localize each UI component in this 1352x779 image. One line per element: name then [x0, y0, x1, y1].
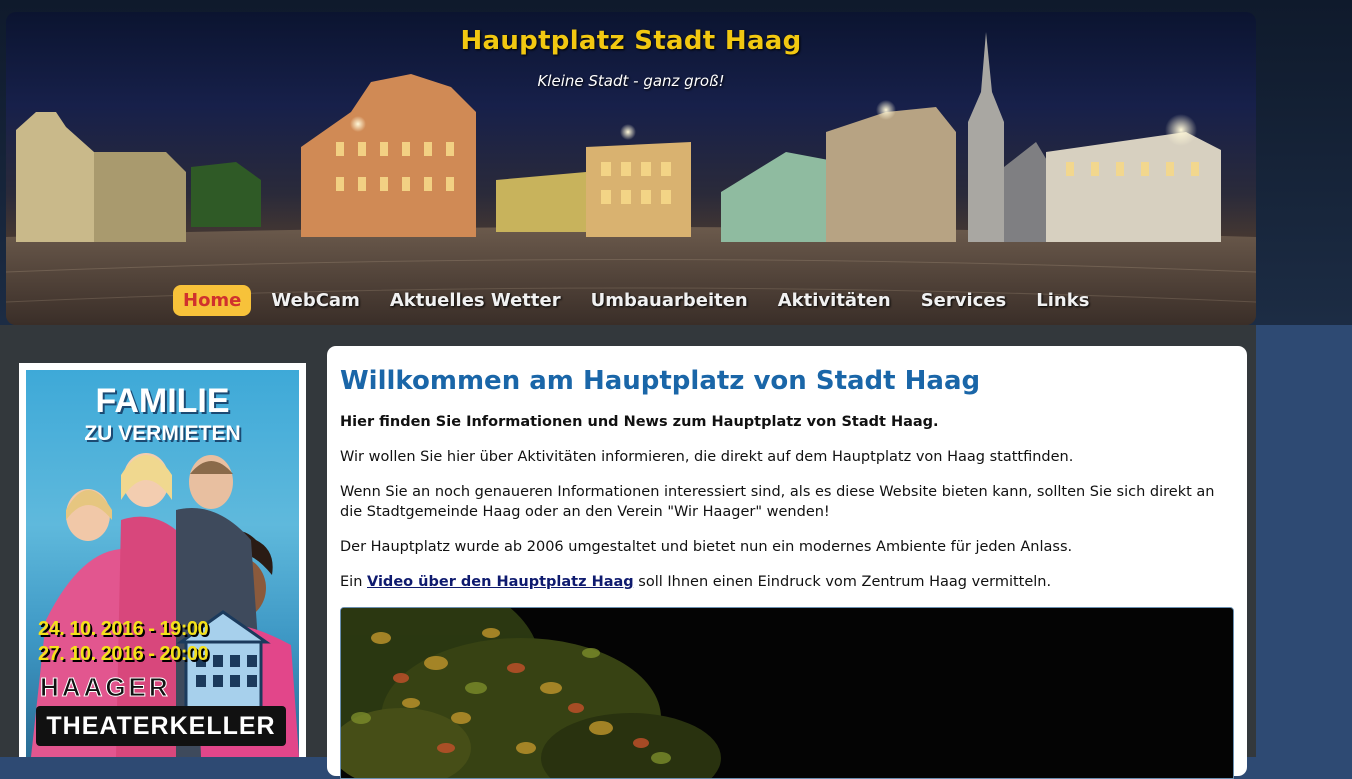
nav-item-umbauarbeiten[interactable]: Umbauarbeiten	[581, 285, 758, 316]
paragraph-activities: Wir wollen Sie hier über Aktivitäten inf…	[340, 449, 1074, 465]
hauptplatz-photo	[340, 607, 1234, 779]
paragraph-history: Der Hauptplatz wurde ab 2006 umgestaltet…	[340, 539, 1073, 555]
page-heading: Willkommen am Hauptplatz von Stadt Haag	[340, 366, 981, 396]
poster-venue-line1: HAAGER	[40, 672, 171, 703]
theater-poster[interactable]: FAMILIE ZU VERMIETEN 24. 10. 2016 - 19:0…	[26, 370, 299, 757]
nav-item-services[interactable]: Services	[911, 285, 1017, 316]
nav-item-webcam[interactable]: WebCam	[261, 285, 369, 316]
nav-item-aktuelles-wetter[interactable]: Aktuelles Wetter	[380, 285, 571, 316]
main-content: Willkommen am Hauptplatz von Stadt Haag …	[327, 346, 1247, 779]
site-title[interactable]: Hauptplatz Stadt Haag	[6, 26, 1256, 56]
sidebar-poster-frame[interactable]: FAMILIE ZU VERMIETEN 24. 10. 2016 - 19:0…	[19, 363, 306, 757]
nav-item-home[interactable]: Home	[173, 284, 252, 316]
video-text-after: soll Ihnen einen Eindruck vom Zentrum Ha…	[633, 574, 1052, 590]
town-square-panorama	[6, 32, 1256, 325]
video-link[interactable]: Video über den Hauptplatz Haag	[367, 574, 634, 590]
nav-item-aktivitaeten[interactable]: Aktivitäten	[768, 285, 901, 316]
video-text-before: Ein	[340, 574, 367, 590]
night-foliage-image	[341, 608, 1233, 778]
nav-item-links[interactable]: Links	[1026, 285, 1099, 316]
paragraph-video: Ein Video über den Hauptplatz Haag soll …	[340, 572, 1230, 592]
intro-text: Hier finden Sie Informationen und News z…	[340, 414, 939, 430]
poster-venue-box: THEATERKELLER	[36, 706, 286, 746]
poster-venue-line2: THEATERKELLER	[46, 712, 276, 740]
header-banner: Hauptplatz Stadt Haag Kleine Stadt - gan…	[6, 12, 1256, 325]
poster-date-1: 24. 10. 2016 - 19:00	[38, 618, 209, 640]
site-slogan: Kleine Stadt - ganz groß!	[537, 72, 725, 90]
poster-date-2: 27. 10. 2016 - 20:00	[38, 643, 209, 665]
paragraph-contact: Wenn Sie an noch genaueren Informationen…	[340, 484, 1215, 520]
main-nav: Home WebCam Aktuelles Wetter Umbauarbeit…	[173, 283, 1109, 317]
